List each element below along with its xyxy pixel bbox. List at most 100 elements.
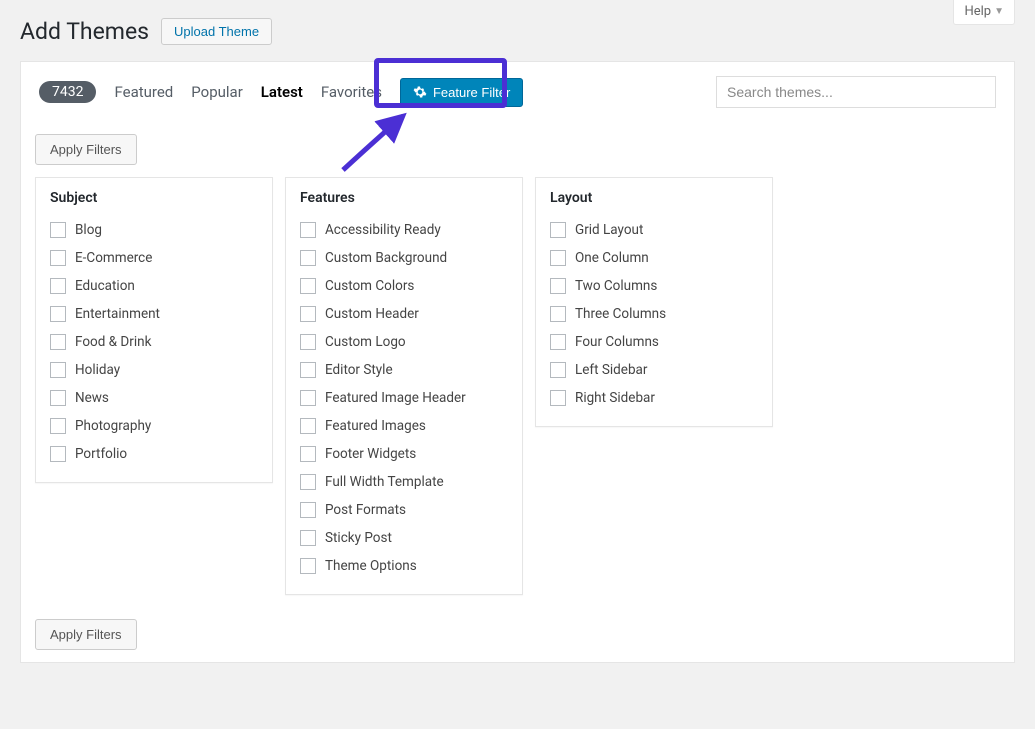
- filter-option[interactable]: Photography: [48, 412, 260, 440]
- feature-filter-button[interactable]: Feature Filter: [400, 78, 523, 107]
- help-label: Help: [964, 4, 991, 19]
- tab-featured[interactable]: Featured: [114, 83, 173, 101]
- checkbox[interactable]: [550, 250, 566, 266]
- checkbox[interactable]: [300, 362, 316, 378]
- filter-option[interactable]: Featured Image Header: [298, 384, 510, 412]
- filter-option[interactable]: One Column: [548, 244, 760, 272]
- option-label: Full Width Template: [325, 474, 444, 490]
- search-input[interactable]: [716, 76, 996, 108]
- option-label: Custom Header: [325, 306, 419, 322]
- checkbox[interactable]: [50, 334, 66, 350]
- option-label: E-Commerce: [75, 250, 152, 266]
- checkbox[interactable]: [50, 222, 66, 238]
- option-label: Two Columns: [575, 278, 657, 294]
- page-title: Add Themes: [20, 18, 149, 45]
- filter-option[interactable]: Featured Images: [298, 412, 510, 440]
- option-label: One Column: [575, 250, 649, 266]
- filter-option[interactable]: Post Formats: [298, 496, 510, 524]
- checkbox[interactable]: [300, 222, 316, 238]
- option-label: Holiday: [75, 362, 120, 378]
- checkbox[interactable]: [50, 306, 66, 322]
- option-list-layout: Grid Layout One Column Two Columns Three…: [536, 214, 772, 426]
- option-label: Theme Options: [325, 558, 417, 574]
- checkbox[interactable]: [300, 334, 316, 350]
- checkbox[interactable]: [550, 390, 566, 406]
- option-label: Photography: [75, 418, 151, 434]
- tab-latest[interactable]: Latest: [261, 83, 303, 101]
- filter-option[interactable]: Accessibility Ready: [298, 216, 510, 244]
- option-label: Education: [75, 278, 135, 294]
- option-label: Portfolio: [75, 446, 127, 462]
- checkbox[interactable]: [300, 278, 316, 294]
- filter-option[interactable]: Three Columns: [548, 300, 760, 328]
- filter-option[interactable]: Holiday: [48, 356, 260, 384]
- checkbox[interactable]: [300, 446, 316, 462]
- apply-filters-button-bottom[interactable]: Apply Filters: [35, 619, 137, 650]
- filter-option[interactable]: Two Columns: [548, 272, 760, 300]
- checkbox[interactable]: [550, 222, 566, 238]
- filter-group-features: Features Accessibility Ready Custom Back…: [285, 177, 523, 595]
- theme-count-badge: 7432: [39, 81, 96, 103]
- checkbox[interactable]: [50, 362, 66, 378]
- checkbox[interactable]: [50, 250, 66, 266]
- filter-option[interactable]: E-Commerce: [48, 244, 260, 272]
- option-label: News: [75, 390, 109, 406]
- checkbox[interactable]: [50, 418, 66, 434]
- filter-option[interactable]: Entertainment: [48, 300, 260, 328]
- upload-theme-button[interactable]: Upload Theme: [161, 18, 272, 45]
- filter-group-layout: Layout Grid Layout One Column Two Column…: [535, 177, 773, 427]
- checkbox[interactable]: [550, 306, 566, 322]
- filter-option[interactable]: Left Sidebar: [548, 356, 760, 384]
- filter-option[interactable]: Theme Options: [298, 552, 510, 580]
- checkbox[interactable]: [300, 418, 316, 434]
- filter-bar: 7432 Featured Popular Latest Favorites F…: [21, 62, 1014, 122]
- option-label: Left Sidebar: [575, 362, 647, 378]
- filter-option[interactable]: Grid Layout: [548, 216, 760, 244]
- filter-option[interactable]: Custom Background: [298, 244, 510, 272]
- option-label: Four Columns: [575, 334, 659, 350]
- apply-filters-button-top[interactable]: Apply Filters: [35, 134, 137, 165]
- filter-option[interactable]: Food & Drink: [48, 328, 260, 356]
- option-label: Grid Layout: [575, 222, 643, 238]
- filter-option[interactable]: Custom Logo: [298, 328, 510, 356]
- filter-option[interactable]: Editor Style: [298, 356, 510, 384]
- filter-option[interactable]: Education: [48, 272, 260, 300]
- option-label: Footer Widgets: [325, 446, 416, 462]
- filter-option[interactable]: Custom Colors: [298, 272, 510, 300]
- checkbox[interactable]: [300, 474, 316, 490]
- checkbox[interactable]: [300, 530, 316, 546]
- option-label: Blog: [75, 222, 102, 238]
- checkbox[interactable]: [550, 278, 566, 294]
- option-list-features: Accessibility Ready Custom Background Cu…: [286, 214, 522, 594]
- checkbox[interactable]: [50, 446, 66, 462]
- help-tab[interactable]: Help ▼: [953, 0, 1015, 25]
- filter-option[interactable]: Four Columns: [548, 328, 760, 356]
- filter-option[interactable]: Full Width Template: [298, 468, 510, 496]
- filter-option[interactable]: Footer Widgets: [298, 440, 510, 468]
- checkbox[interactable]: [550, 334, 566, 350]
- filter-option[interactable]: Blog: [48, 216, 260, 244]
- apply-row-top: Apply Filters: [21, 122, 1014, 177]
- filter-option[interactable]: Portfolio: [48, 440, 260, 468]
- filter-option[interactable]: Sticky Post: [298, 524, 510, 552]
- option-list-subject: Blog E-Commerce Education Entertainment …: [36, 214, 272, 482]
- option-label: Accessibility Ready: [325, 222, 441, 238]
- checkbox[interactable]: [50, 390, 66, 406]
- tab-popular[interactable]: Popular: [191, 83, 243, 101]
- filter-option[interactable]: News: [48, 384, 260, 412]
- checkbox[interactable]: [300, 250, 316, 266]
- checkbox[interactable]: [300, 558, 316, 574]
- tab-favorites[interactable]: Favorites: [321, 83, 382, 101]
- filter-option[interactable]: Right Sidebar: [548, 384, 760, 412]
- option-label: Three Columns: [575, 306, 666, 322]
- option-label: Custom Colors: [325, 278, 414, 294]
- filter-groups: Subject Blog E-Commerce Education Entert…: [21, 177, 1014, 607]
- checkbox[interactable]: [300, 502, 316, 518]
- gear-icon: [413, 85, 427, 99]
- checkbox[interactable]: [550, 362, 566, 378]
- checkbox[interactable]: [50, 278, 66, 294]
- checkbox[interactable]: [300, 306, 316, 322]
- checkbox[interactable]: [300, 390, 316, 406]
- option-label: Food & Drink: [75, 334, 151, 350]
- filter-option[interactable]: Custom Header: [298, 300, 510, 328]
